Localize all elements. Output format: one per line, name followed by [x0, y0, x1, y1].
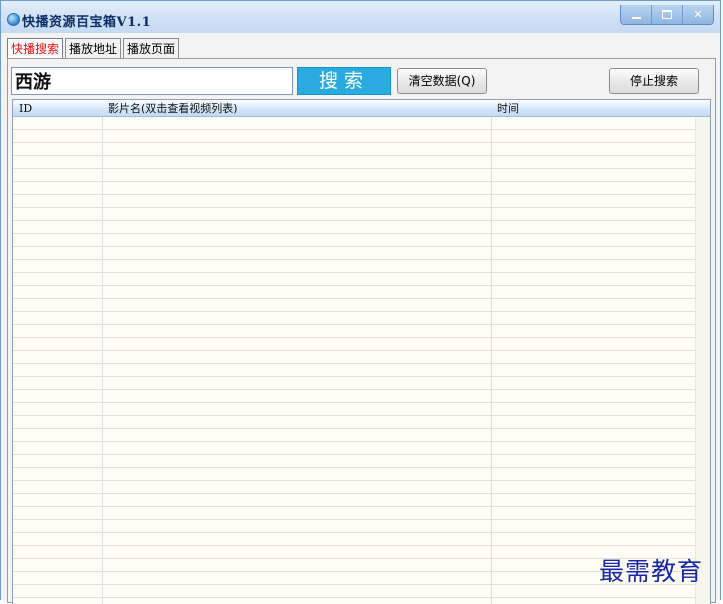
search-panel: 搜索 清空数据(Q) 停止搜索 ID 影片名(双击查看视频列表) 时间	[7, 58, 716, 604]
globe-icon	[7, 13, 20, 26]
tab-play-address[interactable]: 播放地址	[65, 38, 122, 58]
maximize-icon	[662, 10, 672, 19]
title-bar[interactable]: 快播资源百宝箱V1.1 ✕	[1, 1, 720, 33]
search-input[interactable]	[11, 67, 293, 95]
tab-kuaibo-search[interactable]: 快播搜索	[7, 38, 64, 59]
minimize-icon	[631, 16, 641, 19]
close-icon: ✕	[693, 8, 703, 21]
search-button[interactable]: 搜索	[297, 67, 391, 95]
tab-strip: 快播搜索 播放地址 播放页面	[7, 38, 181, 59]
column-divider	[491, 100, 492, 604]
window-title: 快播资源百宝箱V1.1	[22, 15, 152, 30]
column-header-name[interactable]: 影片名(双击查看视频列表)	[108, 101, 238, 116]
column-header-time[interactable]: 时间	[497, 101, 519, 116]
maximize-button[interactable]	[652, 5, 683, 24]
stop-search-button[interactable]: 停止搜索	[609, 68, 699, 94]
tab-play-page[interactable]: 播放页面	[123, 38, 180, 58]
window-controls: ✕	[620, 5, 714, 25]
column-divider	[102, 100, 103, 604]
column-header-id[interactable]: ID	[19, 101, 32, 116]
clear-data-button[interactable]: 清空数据(Q)	[397, 68, 487, 94]
watermark-text: 最需教育	[599, 557, 704, 586]
results-list[interactable]: ID 影片名(双击查看视频列表) 时间	[12, 99, 711, 604]
app-window: 快播资源百宝箱V1.1 ✕ 快播搜索 播放地址 播放页面 搜索 清空数据(Q) …	[0, 0, 721, 604]
close-button[interactable]: ✕	[683, 5, 713, 24]
minimize-button[interactable]	[621, 5, 652, 24]
list-header: ID 影片名(双击查看视频列表) 时间	[13, 100, 710, 117]
list-scroll-track[interactable]	[695, 117, 710, 604]
